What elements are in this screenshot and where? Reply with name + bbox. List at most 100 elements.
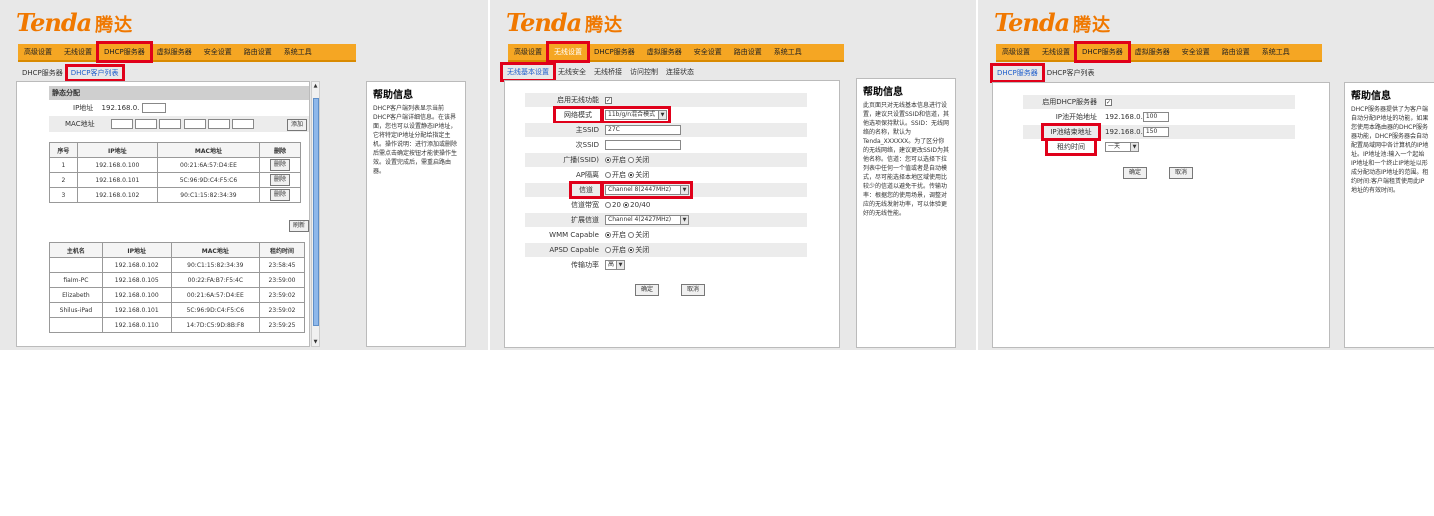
- content-area: 启用无线功能 ✓ 网络模式 11b/g/n混合模式 ▼ 主SSID 27C 次SS…: [504, 80, 840, 348]
- help-text: DHCP服务器提供了为客户端自动分配IP地址的功能，如果您使用本路由器的DHCP…: [1351, 106, 1429, 194]
- menu-routing[interactable]: 路由设置: [1216, 43, 1256, 61]
- ap-off-radio[interactable]: [628, 172, 635, 178]
- ssid-row: 主SSID 27C: [525, 123, 807, 137]
- refresh-button[interactable]: 刷新: [289, 220, 309, 232]
- menu-dhcp[interactable]: DHCP服务器: [96, 41, 153, 63]
- apsd-on-radio[interactable]: [605, 247, 611, 253]
- panel-wireless-basic: Tenda 腾达 高级设置 无线设置 DHCP服务器 虚拟服务器 安全设置 路由设…: [490, 0, 976, 350]
- tenda-logo: Tenda 腾达: [16, 8, 134, 37]
- submenu-access-control[interactable]: 访问控制: [626, 64, 662, 80]
- submenu-dhcp-client-list[interactable]: DHCP客户列表: [64, 64, 125, 82]
- static-table: 序号 IP地址 MAC地址 删除 1 192.168.0.100 00:21:6…: [49, 142, 301, 203]
- menu-virtual-server[interactable]: 虚拟服务器: [151, 43, 198, 61]
- network-mode-select[interactable]: 11b/g/n混合模式 ▼: [605, 110, 667, 120]
- delete-button[interactable]: 删除: [270, 189, 291, 201]
- mac-input-2[interactable]: [135, 119, 158, 129]
- panel-dhcp-server: Tenda 腾达 高级设置 无线设置 DHCP服务器 虚拟服务器 安全设置 路由设…: [978, 0, 1434, 350]
- ssid-input[interactable]: 27C: [605, 125, 681, 135]
- ext-channel-select[interactable]: Channel 4(2427MHz) ▼: [605, 215, 689, 225]
- table-row: fiaIm-PC 192.168.0.105 00:22:FA:B7:F5:4C…: [49, 272, 305, 288]
- lease-time-select[interactable]: 一天 ▼: [1105, 142, 1139, 152]
- mac-input-6[interactable]: [232, 119, 254, 129]
- submenu-dhcp-server[interactable]: DHCP服务器: [18, 66, 67, 80]
- menu-system-tools[interactable]: 系统工具: [278, 43, 318, 61]
- enable-dhcp-row: 启用DHCP服务器 ✓: [1023, 95, 1295, 109]
- main-menu: 高级设置 无线设置 DHCP服务器 虚拟服务器 安全设置 路由设置 系统工具: [508, 41, 844, 63]
- menu-security[interactable]: 安全设置: [1176, 43, 1216, 61]
- table-row: 3 192.168.0.102 90:C1:15:82:34:39 删除: [49, 187, 301, 203]
- scroll-up-icon[interactable]: ▲: [312, 82, 319, 90]
- delete-button[interactable]: 删除: [270, 174, 291, 186]
- submenu-wireless-basic[interactable]: 无线基本设置: [500, 62, 556, 82]
- enable-wireless-row: 启用无线功能 ✓: [525, 93, 807, 107]
- menu-security[interactable]: 安全设置: [198, 43, 238, 61]
- wmm-on-radio[interactable]: [605, 232, 611, 238]
- ext-channel-row: 扩展信道 Channel 4(2427MHz) ▼: [525, 213, 807, 227]
- channel-select[interactable]: Channel 8(2447MHz) ▼: [605, 185, 689, 195]
- enable-wireless-checkbox[interactable]: ✓: [605, 96, 612, 104]
- submenu-dhcp-server[interactable]: DHCP服务器: [990, 63, 1045, 83]
- apsd-off-radio[interactable]: [628, 247, 635, 253]
- delete-button[interactable]: 删除: [270, 159, 291, 171]
- submenu-connection-status[interactable]: 连接状态: [662, 64, 698, 80]
- submenu: DHCP服务器 DHCP客户列表: [18, 64, 125, 82]
- end-ip-input[interactable]: 150: [1142, 127, 1169, 137]
- start-ip-input[interactable]: 100: [1142, 112, 1169, 122]
- ip-input[interactable]: [141, 103, 166, 113]
- power-select[interactable]: 高 ▼: [605, 260, 625, 270]
- table-header: 主机名 IP地址 MAC地址 租约时间: [49, 242, 305, 258]
- add-button[interactable]: 添加: [286, 119, 307, 131]
- menu-system-tools[interactable]: 系统工具: [1256, 43, 1296, 61]
- broadcast-off-radio[interactable]: [628, 157, 635, 163]
- mac-input-1[interactable]: [110, 119, 133, 129]
- mac-input-3[interactable]: [159, 119, 182, 129]
- menu-advanced[interactable]: 高级设置: [508, 43, 548, 61]
- help-panel: 帮助信息 DHCP客户端列表显示当前DHCP客户端详细信息。在该界面，您也可以设…: [366, 81, 466, 347]
- cancel-button[interactable]: 取消: [681, 284, 706, 296]
- main-menu: 高级设置 无线设置 DHCP服务器 虚拟服务器 安全设置 路由设置 系统工具: [996, 41, 1322, 63]
- menu-wireless[interactable]: 无线设置: [58, 43, 98, 61]
- submenu-dhcp-client-list[interactable]: DHCP客户列表: [1043, 65, 1099, 81]
- table-row: 2 192.168.0.101 5C:96:9D:C4:F5:C6 删除: [49, 172, 301, 188]
- bw-40-radio[interactable]: [623, 202, 630, 208]
- scroll-down-icon[interactable]: ▼: [312, 338, 319, 346]
- ssid2-row: 次SSID: [525, 138, 807, 152]
- help-panel: 帮助信息 此页面只对无线基本信息进行设置，建议只设置SSID和信道，其他选项保持…: [856, 78, 956, 348]
- cancel-button[interactable]: 取消: [1169, 167, 1194, 179]
- menu-dhcp[interactable]: DHCP服务器: [1074, 41, 1131, 63]
- chevron-down-icon: ▼: [680, 186, 688, 194]
- menu-system-tools[interactable]: 系统工具: [768, 43, 808, 61]
- menu-routing[interactable]: 路由设置: [238, 43, 278, 61]
- menu-virtual-server[interactable]: 虚拟服务器: [641, 43, 688, 61]
- mac-input-4[interactable]: [183, 119, 206, 129]
- submenu: DHCP服务器 DHCP客户列表: [990, 63, 1099, 83]
- enable-dhcp-checkbox[interactable]: ✓: [1105, 98, 1112, 106]
- ok-button[interactable]: 确定: [1123, 167, 1148, 179]
- menu-wireless[interactable]: 无线设置: [1036, 43, 1076, 61]
- bw-20-radio[interactable]: [605, 202, 611, 208]
- wmm-off-radio[interactable]: [628, 232, 635, 238]
- menu-virtual-server[interactable]: 虚拟服务器: [1129, 43, 1176, 61]
- table-row: Shilus-iPad 192.168.0.101 5C:96:9D:C4:F5…: [49, 302, 305, 318]
- table-row: 192.168.0.110 14:7D:C5:9D:8B:F8 23:59:25: [49, 317, 305, 333]
- ap-on-radio[interactable]: [605, 172, 611, 178]
- tenda-logo: Tenda 腾达: [506, 8, 624, 37]
- submenu: 无线基本设置 无线安全 无线桥接 访问控制 连接状态: [500, 62, 698, 82]
- menu-dhcp[interactable]: DHCP服务器: [588, 43, 641, 61]
- menu-security[interactable]: 安全设置: [688, 43, 728, 61]
- panel-dhcp-client-list: Tenda 腾达 高级设置 无线设置 DHCP服务器 虚拟服务器 安全设置 路由设…: [0, 0, 488, 350]
- submenu-wireless-security[interactable]: 无线安全: [554, 64, 590, 80]
- menu-routing[interactable]: 路由设置: [728, 43, 768, 61]
- broadcast-on-radio[interactable]: [605, 157, 611, 163]
- menu-advanced[interactable]: 高级设置: [996, 43, 1036, 61]
- table-row: Elizabeth 192.168.0.100 00:21:6A:57:D4:E…: [49, 287, 305, 303]
- menu-wireless[interactable]: 无线设置: [546, 41, 590, 63]
- menu-advanced[interactable]: 高级设置: [18, 43, 58, 61]
- mac-input-5[interactable]: [207, 119, 230, 129]
- scrollbar[interactable]: ▲ ▼: [311, 81, 320, 347]
- ssid2-input[interactable]: [605, 140, 681, 150]
- submenu-wireless-bridge[interactable]: 无线桥接: [590, 64, 626, 80]
- help-panel: 帮助信息 DHCP服务器提供了为客户端自动分配IP地址的功能，如果您使用本路由器…: [1344, 82, 1434, 348]
- scroll-thumb[interactable]: [313, 98, 319, 326]
- ok-button[interactable]: 确定: [635, 284, 660, 296]
